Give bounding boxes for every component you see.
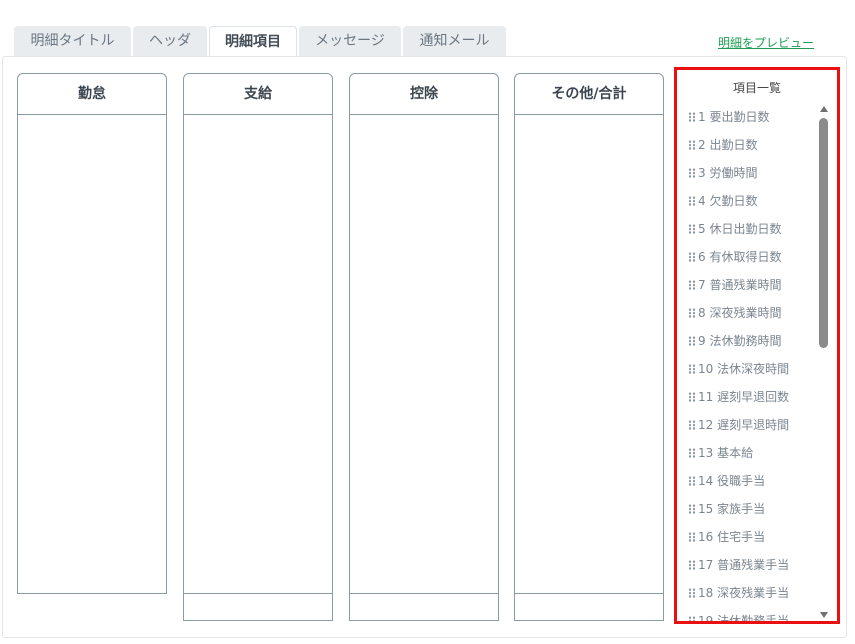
list-item[interactable]: 11 遅刻早退回数 [688,383,818,411]
item-list: 1 要出勤日数 2 出勤日数 3 労働時間 4 欠勤日数 5 休日出勤日数 6 有休取得日… [688,103,818,624]
column-attendance: 勤怠 [17,73,167,594]
list-item-label: 12 遅刻早退時間 [698,418,790,432]
list-item-label: 15 家族手当 [698,502,766,516]
list-item[interactable]: 14 役職手当 [688,467,818,495]
list-item[interactable]: 15 家族手当 [688,495,818,523]
item-list-title: 項目一覧 [732,81,781,95]
list-item[interactable]: 19 法休勤務手当 [688,607,818,624]
scrollbar[interactable] [818,102,830,621]
list-item[interactable]: 10 法休深夜時間 [688,355,818,383]
list-item-label: 5 休日出勤日数 [698,222,782,236]
list-item-label: 6 有休取得日数 [698,250,782,264]
drag-handle-icon [688,392,696,402]
column-header: その他/合計 [514,73,664,115]
tab-detail-items[interactable]: 明細項目 [209,26,297,58]
drag-handle-icon [688,588,696,598]
column-total-row [183,594,333,621]
column-total-row [514,594,664,621]
list-item[interactable]: 13 基本給 [688,439,818,467]
list-item[interactable]: 18 深夜残業手当 [688,579,818,607]
payslip-item-settings: 明細タイトル ヘッダ 明細項目 メッセージ 通知メール 明細をプレビュー 勤怠 … [0,0,855,644]
list-item-label: 7 普通残業時間 [698,278,782,292]
drag-handle-icon [688,224,696,234]
list-item[interactable]: 6 有休取得日数 [688,243,818,271]
drag-handle-icon [688,448,696,458]
list-item-label: 1 要出勤日数 [698,110,770,124]
column-header: 支給 [183,73,333,115]
scroll-down-arrow-icon[interactable] [820,612,828,618]
drag-handle-icon [688,420,696,430]
drop-zone[interactable] [17,115,167,594]
list-item[interactable]: 2 出勤日数 [688,131,818,159]
column-deduction: 控除 [349,73,499,621]
list-item-label: 3 労働時間 [698,166,758,180]
list-item[interactable]: 12 遅刻早退時間 [688,411,818,439]
drop-zone[interactable] [183,115,333,594]
tab-message[interactable]: メッセージ [299,26,401,57]
list-item-label: 2 出勤日数 [698,138,758,152]
drop-zone[interactable] [514,115,664,594]
list-item[interactable]: 3 労働時間 [688,159,818,187]
column-header: 勤怠 [17,73,167,115]
drag-handle-icon [688,140,696,150]
drag-handle-icon [688,308,696,318]
drag-handle-icon [688,336,696,346]
list-item-label: 19 法休勤務手当 [698,614,790,624]
list-item-label: 9 法休勤務時間 [698,334,782,348]
list-item[interactable]: 7 普通残業時間 [688,271,818,299]
column-total-row [349,594,499,621]
list-item-label: 18 深夜残業手当 [698,586,790,600]
tab-header[interactable]: ヘッダ [133,26,207,57]
list-item-label: 11 遅刻早退回数 [698,390,790,404]
drag-handle-icon [688,196,696,206]
list-item[interactable]: 1 要出勤日数 [688,103,818,131]
tab-notification-mail[interactable]: 通知メール [403,26,506,57]
drag-handle-icon [688,364,696,374]
list-item-label: 8 深夜残業時間 [698,306,782,320]
list-item-label: 16 住宅手当 [698,530,766,544]
list-item-label: 10 法休深夜時間 [698,362,790,376]
list-item-label: 17 普通残業手当 [698,558,790,572]
list-item[interactable]: 5 休日出勤日数 [688,215,818,243]
drag-handle-icon [688,476,696,486]
list-item[interactable]: 4 欠勤日数 [688,187,818,215]
list-item-label: 4 欠勤日数 [698,194,758,208]
column-other-total: その他/合計 [514,73,664,621]
list-item-label: 13 基本給 [698,446,754,460]
drag-handle-icon [688,504,696,514]
item-list-panel: 項目一覧 1 要出勤日数 2 出勤日数 3 労働時間 4 欠勤日数 5 休日出勤日数 6 … [674,67,840,624]
drag-handle-icon [688,616,696,621]
scroll-up-arrow-icon[interactable] [820,106,828,112]
tab-detail-title[interactable]: 明細タイトル [14,26,131,57]
list-item-label: 14 役職手当 [698,474,766,488]
scroll-thumb[interactable] [819,118,828,348]
column-payment: 支給 [183,73,333,621]
drag-handle-icon [688,252,696,262]
list-item[interactable]: 16 住宅手当 [688,523,818,551]
list-item[interactable]: 8 深夜残業時間 [688,299,818,327]
preview-link[interactable]: 明細をプレビュー [718,34,814,51]
list-item[interactable]: 9 法休勤務時間 [688,327,818,355]
column-header: 控除 [349,73,499,115]
drag-handle-icon [688,560,696,570]
tab-bar: 明細タイトル ヘッダ 明細項目 メッセージ 通知メール [14,26,506,58]
drag-handle-icon [688,112,696,122]
list-item[interactable]: 17 普通残業手当 [688,551,818,579]
drag-handle-icon [688,532,696,542]
drag-handle-icon [688,168,696,178]
drop-zone[interactable] [349,115,499,594]
drag-handle-icon [688,280,696,290]
